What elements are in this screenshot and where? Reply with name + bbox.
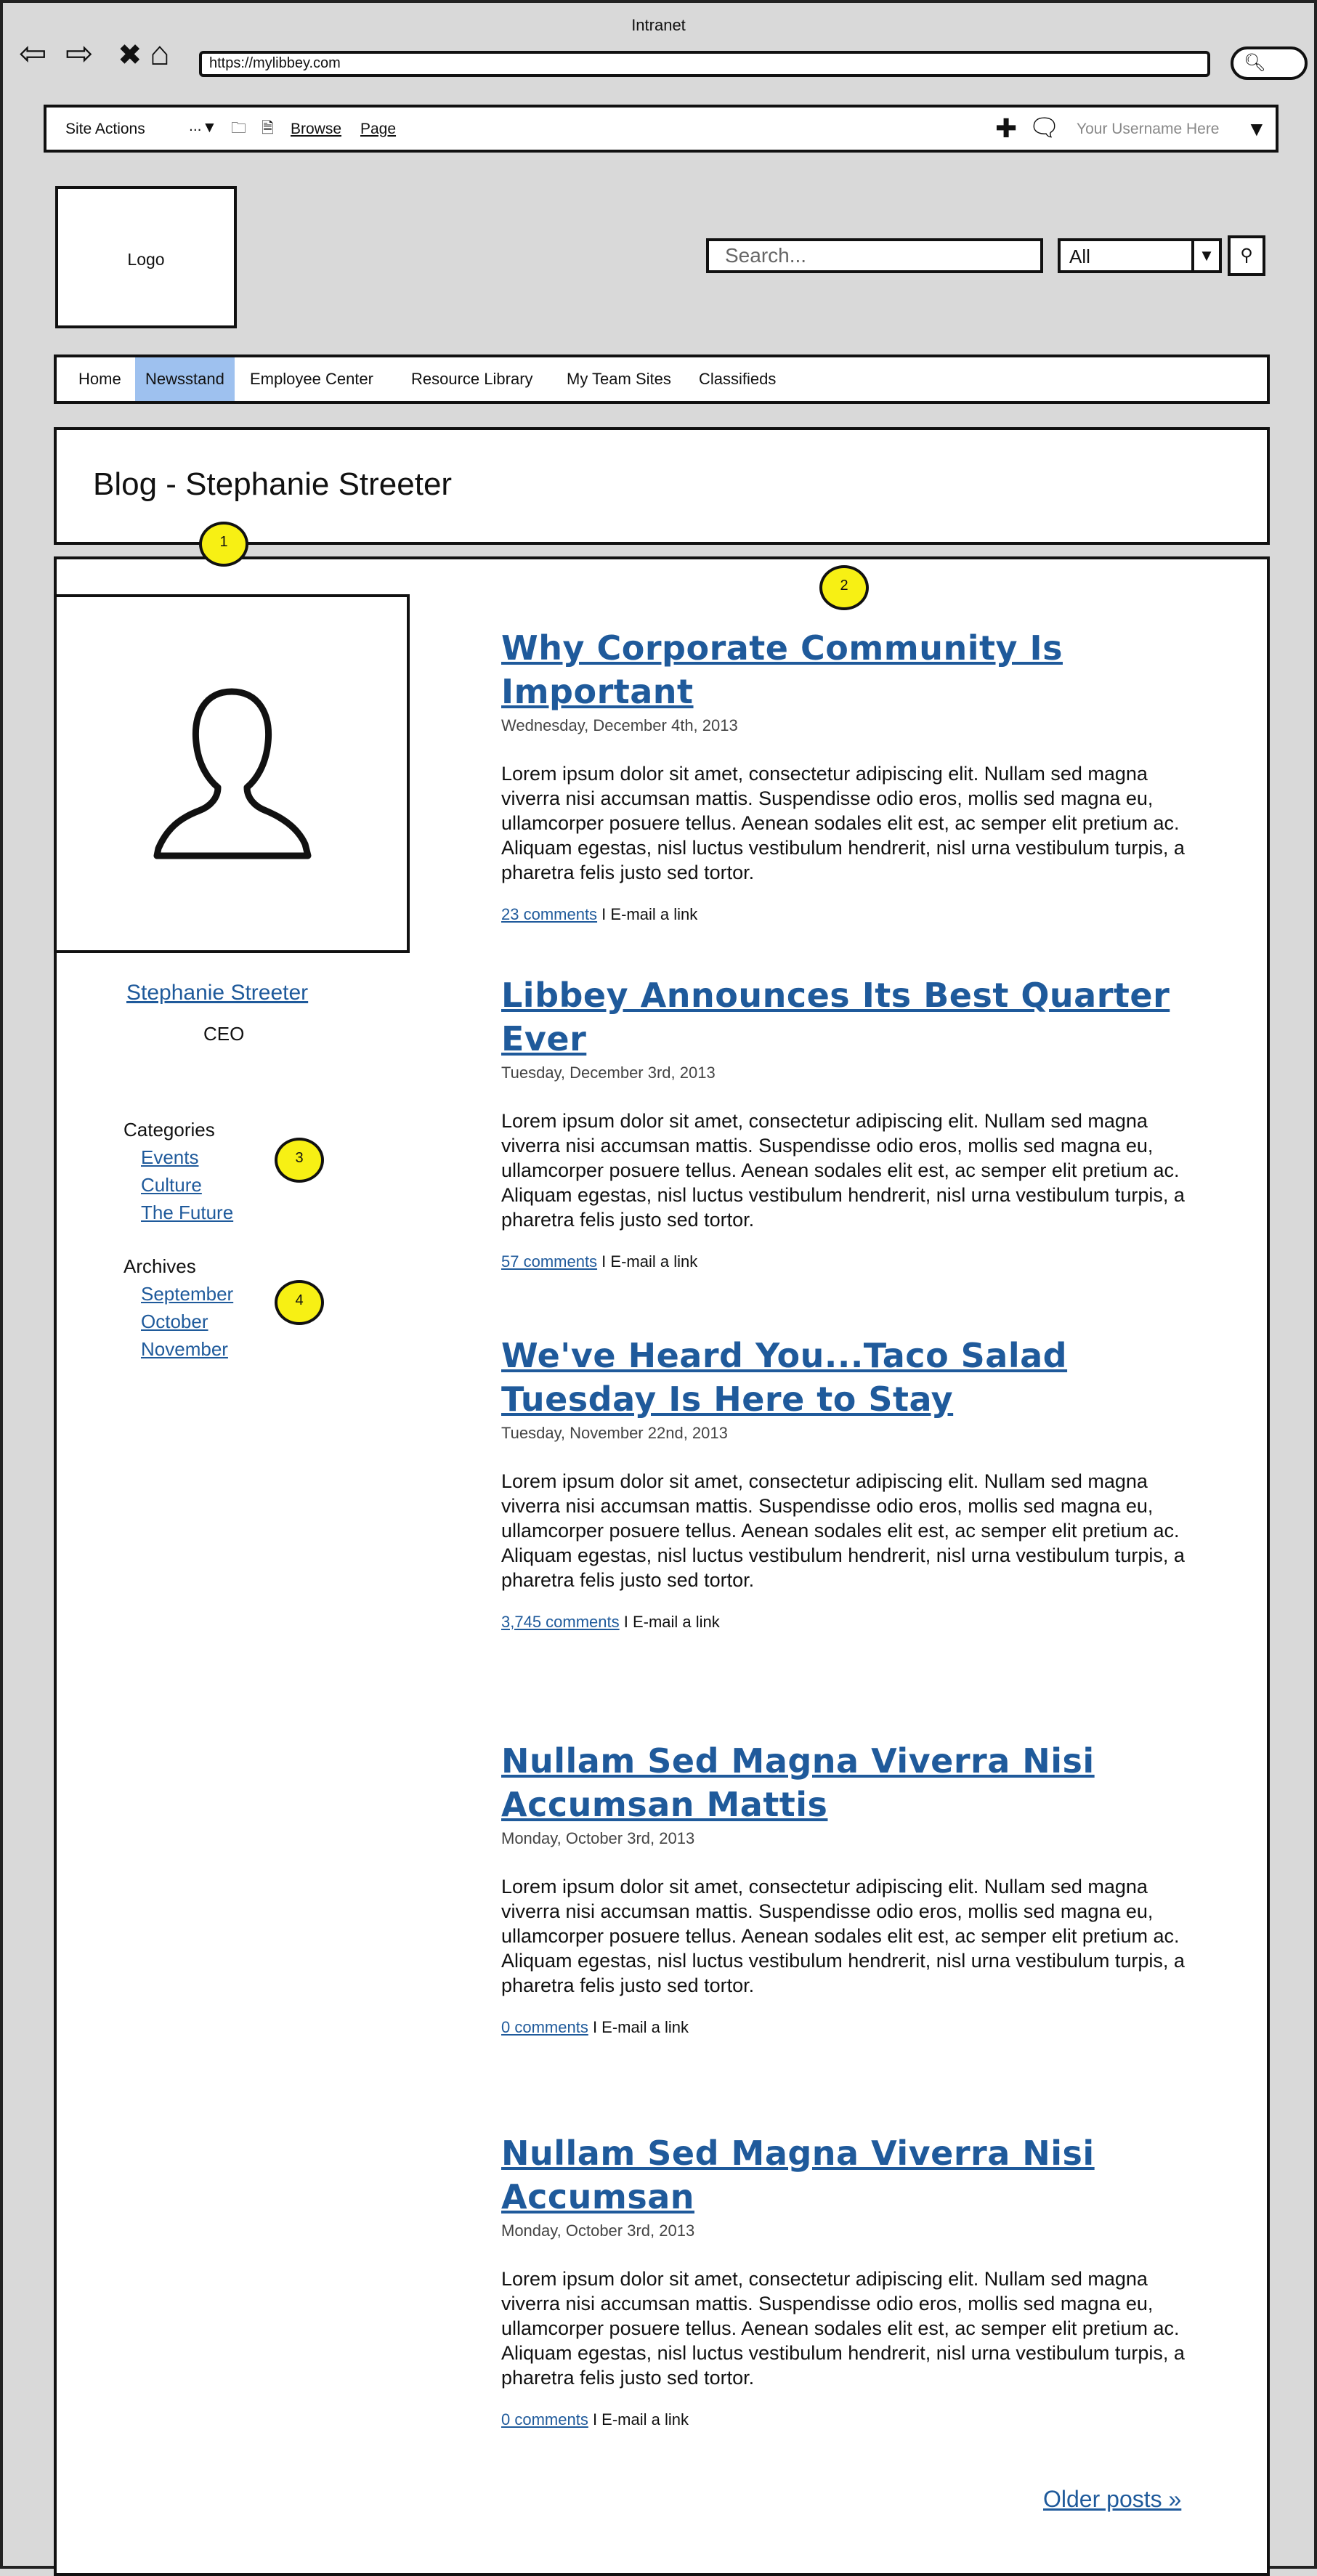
- stop-icon[interactable]: ✖: [118, 41, 142, 70]
- email-link[interactable]: E-mail a link: [601, 2410, 689, 2429]
- post-date: Tuesday, December 3rd, 2013: [501, 1064, 716, 1082]
- comments-link[interactable]: 57 comments: [501, 1252, 597, 1271]
- post-title-link[interactable]: Nullam Sed Magna Viverra Nisi Accumsan: [501, 2131, 1199, 2219]
- search-icon: ⚲: [1240, 246, 1253, 265]
- email-link[interactable]: E-mail a link: [633, 1613, 720, 1631]
- page-link[interactable]: Page: [360, 121, 396, 138]
- post-date: Monday, October 3rd, 2013: [501, 1829, 695, 1847]
- blog-post: Nullam Sed Magna Viverra Nisi Accumsan M…: [501, 2131, 1199, 2429]
- annotation-marker-4: 4: [275, 1280, 324, 1325]
- search-button[interactable]: ⚲: [1228, 235, 1265, 276]
- site-actions-dropdown-icon[interactable]: ▼: [202, 119, 217, 137]
- post-date: Wednesday, December 4th, 2013: [501, 716, 738, 734]
- older-posts-link[interactable]: Older posts »: [1043, 2486, 1181, 2513]
- add-icon[interactable]: ✚: [995, 113, 1017, 144]
- post-excerpt: Lorem ipsum dolor sit amet, consectetur …: [501, 1876, 1185, 1996]
- blog-post: Nullam Sed Magna Viverra Nisi Accumsan M…: [501, 1739, 1199, 2037]
- post-title-link[interactable]: We've Heard You...Taco Salad Tuesday Is …: [501, 1334, 1199, 1421]
- username-menu[interactable]: Your Username Here: [1077, 121, 1220, 138]
- meta-separator: I: [619, 1613, 633, 1631]
- meta-separator: I: [597, 1252, 611, 1271]
- annotation-marker-2: 2: [819, 565, 869, 610]
- post-excerpt: Lorem ipsum dolor sit amet, consectetur …: [501, 2268, 1185, 2389]
- chat-icon[interactable]: 🗨︎: [1029, 113, 1060, 142]
- categories-heading: Categories: [123, 1119, 215, 1141]
- user-silhouette-icon: [153, 688, 312, 859]
- meta-separator: I: [597, 905, 611, 923]
- document-icon[interactable]: 🗎︎: [262, 118, 274, 143]
- chevron-down-icon: ▼: [1191, 241, 1219, 270]
- forward-arrow-icon[interactable]: ⇨: [65, 36, 94, 70]
- site-actions-more[interactable]: ...: [189, 118, 202, 135]
- nav-item-newsstand[interactable]: Newsstand: [135, 357, 235, 401]
- nav-item-my-team-sites[interactable]: My Team Sites: [556, 357, 681, 401]
- post-excerpt: Lorem ipsum dolor sit amet, consectetur …: [501, 763, 1185, 883]
- post-date: Tuesday, November 22nd, 2013: [501, 1424, 728, 1442]
- category-link-events[interactable]: Events: [141, 1146, 199, 1169]
- blog-post: Libbey Announces Its Best Quarter Ever T…: [501, 973, 1199, 1271]
- archives-heading: Archives: [123, 1255, 196, 1277]
- url-bar[interactable]: https://mylibbey.com: [199, 51, 1210, 77]
- url-text: https://mylibbey.com: [209, 55, 341, 71]
- archive-link-september[interactable]: September: [141, 1283, 233, 1305]
- category-link-the-future[interactable]: The Future: [141, 1202, 233, 1224]
- nav-item-resource-library[interactable]: Resource Library: [401, 357, 543, 401]
- browser-search-icon: 🔍︎: [1244, 53, 1266, 73]
- annotation-marker-1: 1: [199, 522, 248, 567]
- search-input[interactable]: Search...: [706, 238, 1043, 273]
- post-meta: 0 comments I E-mail a link: [501, 2410, 1199, 2429]
- search-scope-value: All: [1069, 246, 1090, 267]
- search-scope-select[interactable]: All ▼: [1058, 238, 1222, 273]
- post-date: Monday, October 3rd, 2013: [501, 2221, 695, 2240]
- folder-icon[interactable]: 🗀︎: [231, 118, 246, 143]
- post-meta: 57 comments I E-mail a link: [501, 1252, 1199, 1271]
- comments-link[interactable]: 0 comments: [501, 2018, 588, 2036]
- page-title: Blog - Stephanie Streeter: [93, 466, 453, 502]
- category-link-culture[interactable]: Culture: [141, 1174, 202, 1196]
- post-meta: 23 comments I E-mail a link: [501, 905, 1199, 924]
- archive-link-october[interactable]: October: [141, 1311, 208, 1333]
- post-excerpt: Lorem ipsum dolor sit amet, consectetur …: [501, 1110, 1185, 1231]
- home-icon[interactable]: ⌂: [150, 36, 170, 70]
- nav-item-home[interactable]: Home: [68, 357, 131, 401]
- archive-link-november[interactable]: November: [141, 1338, 228, 1361]
- email-link[interactable]: E-mail a link: [610, 1252, 697, 1271]
- meta-separator: I: [588, 2018, 602, 2036]
- user-dropdown-icon[interactable]: ▼: [1247, 118, 1267, 141]
- top-nav: Home Newsstand Employee Center Resource …: [54, 355, 1270, 404]
- post-excerpt: Lorem ipsum dolor sit amet, consectetur …: [501, 1470, 1185, 1591]
- annotation-marker-3: 3: [275, 1138, 324, 1183]
- back-arrow-icon[interactable]: ⇦: [19, 36, 47, 70]
- comments-link[interactable]: 0 comments: [501, 2410, 588, 2429]
- blog-post: We've Heard You...Taco Salad Tuesday Is …: [501, 1334, 1199, 1632]
- email-link[interactable]: E-mail a link: [601, 2018, 689, 2036]
- nav-item-classifieds[interactable]: Classifieds: [689, 357, 786, 401]
- post-title-link[interactable]: Libbey Announces Its Best Quarter Ever: [501, 973, 1199, 1061]
- logo-text: Logo: [127, 250, 165, 269]
- browser-search-field[interactable]: 🔍︎: [1231, 46, 1308, 80]
- window-title: Intranet: [631, 16, 686, 34]
- logo[interactable]: Logo: [55, 186, 237, 328]
- browse-link[interactable]: Browse: [291, 121, 341, 138]
- post-meta: 3,745 comments I E-mail a link: [501, 1613, 1199, 1632]
- post-meta: 0 comments I E-mail a link: [501, 2018, 1199, 2037]
- site-actions-bar: Site Actions ... ▼ 🗀︎ 🗎︎ Browse Page ✚ 🗨…: [44, 105, 1278, 153]
- meta-separator: I: [588, 2410, 602, 2429]
- comments-link[interactable]: 3,745 comments: [501, 1613, 620, 1631]
- post-title-link[interactable]: Why Corporate Community Is Important: [501, 626, 1199, 713]
- nav-item-employee-center[interactable]: Employee Center: [240, 357, 384, 401]
- comments-link[interactable]: 23 comments: [501, 905, 597, 923]
- author-role: CEO: [203, 1023, 245, 1045]
- blog-post: Why Corporate Community Is Important Wed…: [501, 626, 1199, 924]
- site-actions-menu[interactable]: Site Actions: [65, 121, 145, 138]
- avatar: [54, 594, 410, 953]
- author-name-link[interactable]: Stephanie Streeter: [126, 981, 308, 1005]
- post-title-link[interactable]: Nullam Sed Magna Viverra Nisi Accumsan M…: [501, 1739, 1199, 1826]
- email-link[interactable]: E-mail a link: [610, 905, 697, 923]
